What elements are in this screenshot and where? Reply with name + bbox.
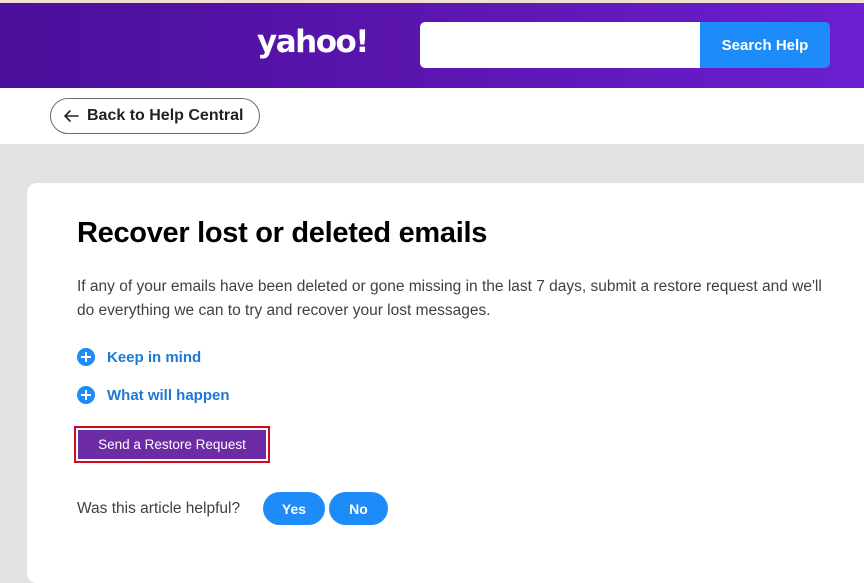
accordion-what-will-happen[interactable]: What will happen <box>77 386 230 404</box>
no-button[interactable]: No <box>329 492 388 525</box>
back-button-label: Back to Help Central <box>87 107 244 124</box>
yahoo-logo[interactable]: yahoo! <box>257 24 369 60</box>
back-to-help-central-button[interactable]: Back to Help Central <box>50 98 260 134</box>
article-card: Recover lost or deleted emails If any of… <box>27 183 864 583</box>
accordion-label: Keep in mind <box>107 348 202 366</box>
restore-button-label: Send a Restore Request <box>78 430 266 459</box>
subnav-bar: Back to Help Central <box>0 88 864 144</box>
header-bar: yahoo! Search Help <box>0 3 864 88</box>
search-help-button[interactable]: Search Help <box>700 22 830 68</box>
send-restore-request-button[interactable]: Send a Restore Request <box>74 426 270 463</box>
plus-circle-icon <box>77 386 95 404</box>
yes-button[interactable]: Yes <box>263 492 325 525</box>
arrow-left-icon <box>64 110 79 122</box>
accordion-keep-in-mind[interactable]: Keep in mind <box>77 348 201 366</box>
article-description: If any of your emails have been deleted … <box>77 278 822 319</box>
accordion-label: What will happen <box>107 386 230 404</box>
search-input[interactable] <box>420 22 701 68</box>
article-title: Recover lost or deleted emails <box>77 217 488 249</box>
helpful-question: Was this article helpful? <box>77 500 241 517</box>
plus-circle-icon <box>77 348 95 366</box>
